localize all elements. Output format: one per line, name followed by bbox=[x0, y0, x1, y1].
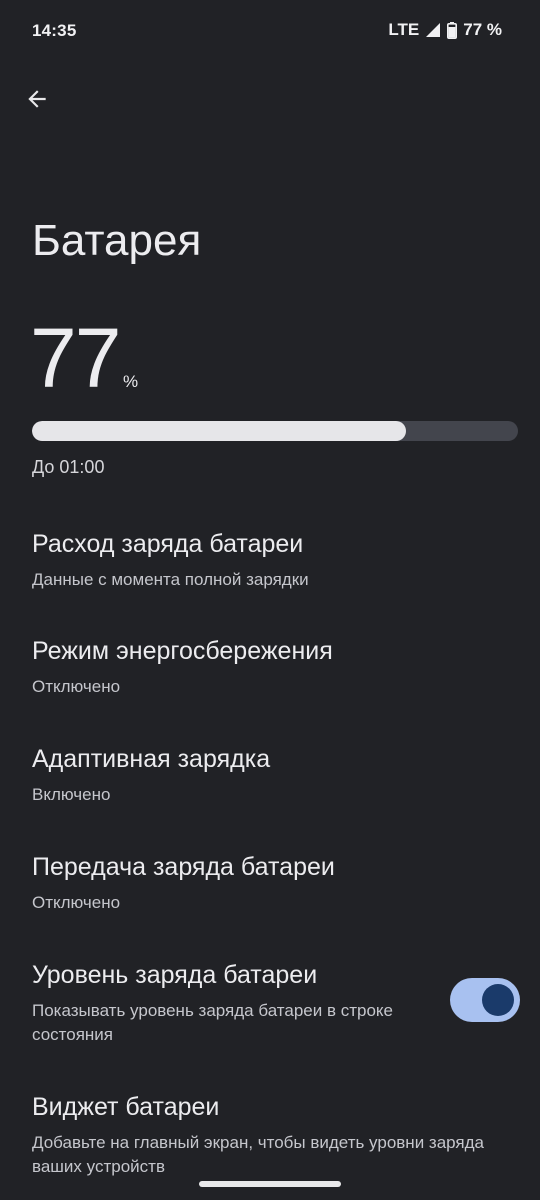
battery-level-bar-fill bbox=[32, 421, 407, 441]
battery-remaining-time: До 01:00 bbox=[32, 457, 105, 477]
status-battery-percent: 77 % bbox=[463, 20, 502, 39]
network-type: LTE bbox=[388, 20, 420, 39]
pref-summary: Включено bbox=[32, 785, 111, 804]
back-button[interactable] bbox=[16, 80, 58, 122]
pref-battery-saver[interactable]: Режим энергосбережения Отключено bbox=[0, 637, 540, 707]
battery-percentage-toggle[interactable] bbox=[450, 978, 520, 1022]
pref-title: Режим энергосбережения bbox=[32, 637, 333, 665]
battery-level-unit: % bbox=[123, 372, 139, 391]
battery-level-bar bbox=[32, 421, 518, 441]
signal-icon bbox=[425, 22, 441, 38]
battery-icon bbox=[447, 21, 458, 39]
status-time: 14:35 bbox=[32, 21, 77, 40]
arrow-back-icon bbox=[24, 86, 50, 117]
pref-summary: Данные с момента полной зарядки bbox=[32, 570, 309, 589]
pref-title: Передача заряда батареи bbox=[32, 853, 335, 881]
toggle-knob bbox=[482, 984, 514, 1016]
pref-title: Расход заряда батареи bbox=[32, 530, 304, 558]
pref-summary: Отключено bbox=[32, 677, 121, 696]
pref-summary: Добавьте на главный экран, чтобы видеть … bbox=[32, 1133, 485, 1176]
pref-battery-widget[interactable]: Виджет батареи Добавьте на главный экран… bbox=[0, 1093, 540, 1178]
navigation-handle[interactable] bbox=[199, 1181, 341, 1187]
page-title: Батарея bbox=[32, 216, 202, 265]
status-indicators: LTE 77 % bbox=[388, 20, 502, 40]
pref-title: Уровень заряда батареи bbox=[32, 961, 318, 989]
pref-title: Виджет батареи bbox=[32, 1093, 220, 1121]
pref-summary: Показывать уровень заряда батареи в стро… bbox=[32, 1001, 393, 1044]
pref-title: Адаптивная зарядка bbox=[32, 745, 271, 773]
battery-level-value: 77 bbox=[30, 311, 121, 405]
pref-adaptive-charging[interactable]: Адаптивная зарядка Включено bbox=[0, 745, 540, 815]
pref-summary: Отключено bbox=[32, 893, 121, 912]
pref-battery-share[interactable]: Передача заряда батареи Отключено bbox=[0, 853, 540, 923]
pref-battery-usage[interactable]: Расход заряда батареи Данные с момента п… bbox=[0, 530, 540, 600]
status-bar: 14:35 LTE 77 % bbox=[0, 0, 540, 64]
